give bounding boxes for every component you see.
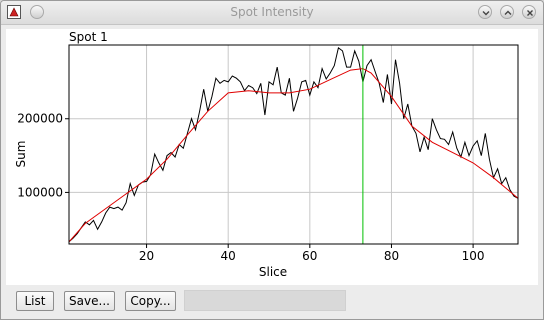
chevron-down-icon	[482, 11, 490, 16]
copy-button[interactable]: Copy...	[125, 291, 176, 311]
button-bar: List Save... Copy...	[1, 287, 543, 317]
y-tick-label: 200000	[17, 112, 63, 126]
close-icon	[527, 10, 533, 16]
chart-title: Spot 1	[69, 30, 108, 44]
intensity-plot[interactable]: 20 40 60 80 100 100000 200000	[6, 29, 538, 285]
x-tick-label: 20	[139, 249, 154, 263]
spot-intensity-window: Spot Intensity 20 40 60 80 100 100000 200000 S…	[0, 0, 544, 320]
minimize-button[interactable]	[478, 5, 492, 19]
list-button[interactable]: List	[16, 291, 54, 311]
window-title: Spot Intensity	[230, 5, 314, 19]
intensity-data-line	[68, 47, 519, 243]
x-tick-label: 80	[384, 249, 399, 263]
y-tick-label: 100000	[17, 185, 63, 199]
plot-panel: 20 40 60 80 100 100000 200000 Spot 1 Sum Slice	[6, 29, 538, 285]
save-button[interactable]: Save...	[64, 291, 115, 311]
chevron-up-icon	[504, 10, 512, 15]
y-axis-label: Sum	[14, 140, 28, 168]
close-button[interactable]	[522, 5, 536, 19]
x-axis-label: Slice	[258, 265, 288, 279]
status-field	[184, 290, 346, 311]
fit-curve-line	[68, 68, 519, 243]
maximize-button[interactable]	[500, 5, 514, 19]
plot-frame	[68, 44, 519, 245]
x-tick-label: 60	[302, 249, 317, 263]
title-bar[interactable]: Spot Intensity	[1, 1, 543, 25]
x-tick-label: 100	[462, 249, 485, 263]
x-tick-label: 40	[221, 249, 236, 263]
